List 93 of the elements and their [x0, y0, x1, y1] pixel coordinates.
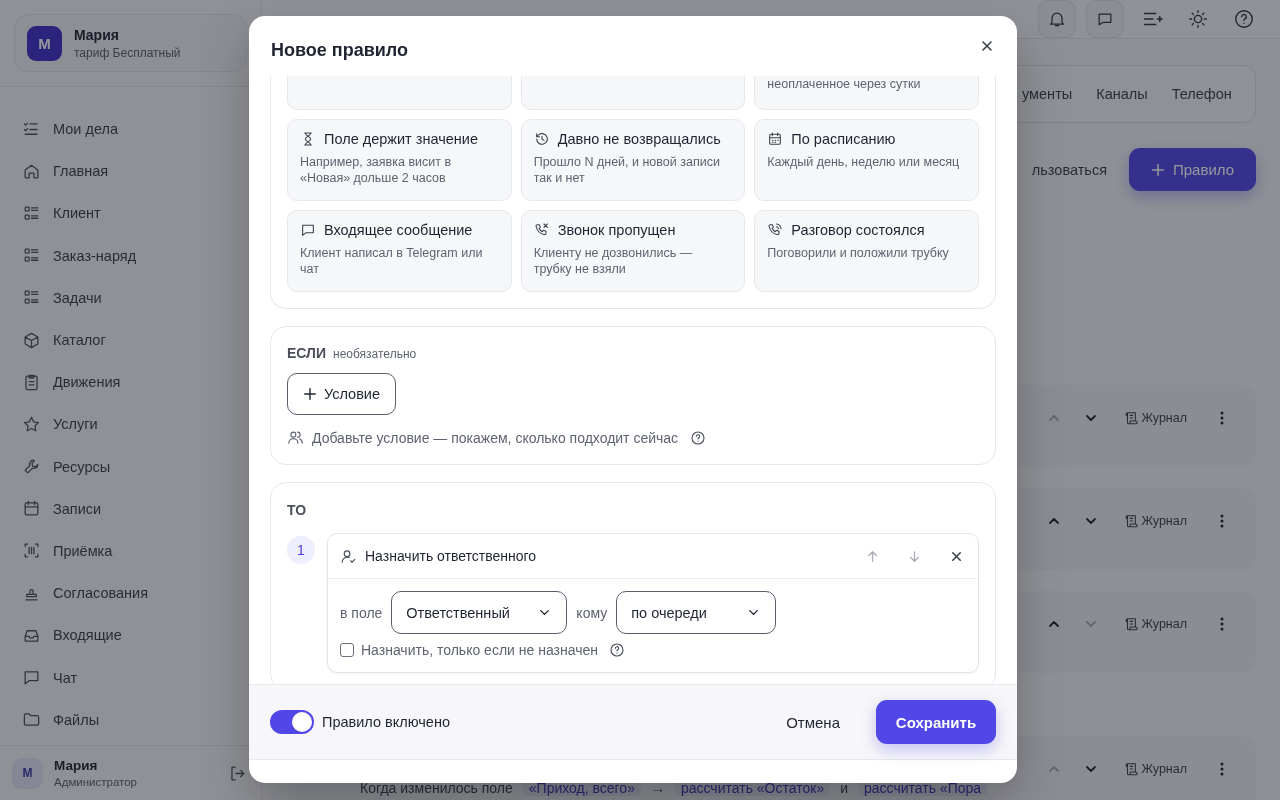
nav-item[interactable]: Чат	[0, 656, 261, 699]
help-icon[interactable]	[690, 429, 707, 446]
nav-item[interactable]: Ресурсы	[0, 445, 261, 488]
box-icon	[22, 330, 41, 350]
rule-text: Когда изменилось поле	[360, 781, 513, 796]
trigger-description: неоплаченное через сутки	[767, 76, 922, 92]
scroll-icon	[1124, 411, 1139, 425]
trigger-title: По расписанию	[791, 131, 896, 147]
tab[interactable]: ументы	[1022, 86, 1073, 102]
trigger-description: Поговорили и положили трубку	[767, 245, 950, 261]
cancel-button[interactable]: Отмена	[772, 703, 854, 741]
add-condition-button[interactable]: Условие	[287, 373, 396, 415]
action-title: Назначить ответственного	[365, 548, 538, 564]
trigger-description: Клиенту не дозвонились — трубку не взяли	[533, 245, 694, 277]
field-label: кому	[576, 604, 608, 621]
rule-text: →	[650, 781, 665, 796]
log-link[interactable]: Журнал	[1124, 411, 1187, 425]
nav-item[interactable]: Приёмка	[0, 529, 261, 573]
trigger-title: Давно не возвращались	[557, 131, 721, 147]
avatar: М	[27, 25, 62, 61]
toggle-switch[interactable]	[270, 710, 314, 734]
link[interactable]: льзоваться	[1031, 161, 1107, 178]
nav-item[interactable]: Мои дела	[0, 108, 261, 151]
nav-item[interactable]: Главная	[0, 150, 261, 193]
checkbox-label: Назначить, только если не назначен	[361, 642, 598, 658]
log-link[interactable]: Журнал	[1124, 514, 1187, 528]
rule-text: и	[840, 781, 848, 796]
nav-item[interactable]: Входящие	[0, 614, 261, 657]
optional-hint: необязательно	[333, 347, 417, 361]
save-button[interactable]: Сохранить	[876, 700, 996, 744]
nav-item[interactable]: Услуги	[0, 403, 261, 446]
trigger-title: Звонок пропущен	[557, 222, 676, 238]
log-link[interactable]: Журнал	[1124, 762, 1187, 776]
section-label: ТО	[287, 502, 307, 518]
nav-item[interactable]: Согласования	[0, 572, 261, 615]
section-label: ЕСЛИ	[287, 345, 326, 361]
trigger-description: Клиент написал в Telegram или чат	[300, 245, 484, 277]
phone-call-icon	[767, 222, 784, 238]
nav-item[interactable]: Заказ-наряд	[0, 234, 261, 277]
trigger-title: Входящее сообщение	[324, 222, 473, 238]
nav-item[interactable]: Записи	[0, 487, 261, 530]
assignee-select[interactable]: по очереди	[616, 591, 777, 634]
tab[interactable]: Каналы	[1096, 86, 1148, 102]
trigger-title: Разговор состоялся	[791, 222, 925, 238]
field-label: в поле	[340, 604, 383, 621]
plus-icon	[1150, 162, 1165, 177]
log-link[interactable]: Журнал	[1124, 617, 1187, 631]
user-check-icon	[340, 547, 357, 565]
trigger-description: Прошло N дней, и новой записи так и нет	[533, 154, 721, 186]
toggle-label: Правило включено	[322, 714, 450, 730]
profile-card[interactable]: М Мария тариф Бесплатный	[14, 14, 247, 72]
nav-item[interactable]: Файлы	[0, 698, 261, 741]
checkbox[interactable]	[340, 643, 354, 657]
trigger-card[interactable]: Разговор состоялся Поговорили и положили трубку	[754, 210, 979, 292]
user-role: Администратор	[54, 776, 137, 788]
clipboard-icon	[22, 372, 41, 392]
trigger-card[interactable]: Входящее сообщение Клиент написал в Telegram или чат	[287, 210, 512, 292]
nav-item[interactable]: Движения	[0, 361, 261, 404]
plus-icon	[302, 387, 317, 401]
plan-label: тариф Бесплатный	[74, 45, 181, 60]
trigger-card[interactable]: неоплаченное через сутки	[754, 76, 979, 110]
scroll-icon	[1124, 617, 1139, 631]
user-name: Мария	[54, 758, 99, 773]
dialog-title: Новое правило	[271, 38, 409, 61]
add-rule-button[interactable]: Правило	[1129, 148, 1256, 191]
profile-name: Мария	[74, 26, 120, 43]
history-icon	[533, 131, 550, 147]
trigger-description: Например, заявка висит в «Новая» дольше 2 часов	[300, 154, 453, 186]
close-icon[interactable]	[979, 38, 995, 54]
trigger-card[interactable]: Поле держит значение Например, заявка висит в «Новая» дольше 2 часов	[287, 119, 512, 201]
users-icon	[287, 429, 304, 446]
trigger-card[interactable]: Звонок пропущен Клиенту не дозвонились — трубку не взяли	[520, 210, 746, 292]
chat-icon[interactable]	[1086, 0, 1124, 38]
nav-item[interactable]: Каталог	[0, 318, 261, 362]
scroll-icon	[1124, 514, 1139, 528]
nav-item[interactable]: Клиент	[0, 192, 261, 235]
star-icon	[22, 414, 41, 434]
avatar: М	[12, 757, 43, 789]
trigger-card[interactable]: Давно не возвращались Прошло N дней, и новой записи так и нет	[520, 119, 746, 201]
trigger-title: Поле держит значение	[324, 131, 478, 147]
nav-item[interactable]: Задачи	[0, 276, 261, 319]
help-icon[interactable]	[609, 642, 625, 658]
field-select[interactable]: Ответственный	[391, 591, 568, 634]
trigger-description: Каждый день, неделю или месяц	[767, 154, 961, 170]
scroll-icon	[1124, 762, 1139, 776]
phone-missed-icon	[533, 222, 550, 238]
condition-hint: Добавьте условие — покажем, сколько подходит сейчас	[312, 429, 679, 446]
chat-icon	[300, 222, 316, 238]
bell-icon[interactable]	[1038, 0, 1076, 38]
tab[interactable]: Телефон	[1171, 86, 1232, 102]
step-number: 1	[287, 536, 315, 564]
calendar-icon	[767, 131, 784, 147]
trigger-card[interactable]: По расписанию Каждый день, неделю или месяц	[754, 119, 979, 201]
